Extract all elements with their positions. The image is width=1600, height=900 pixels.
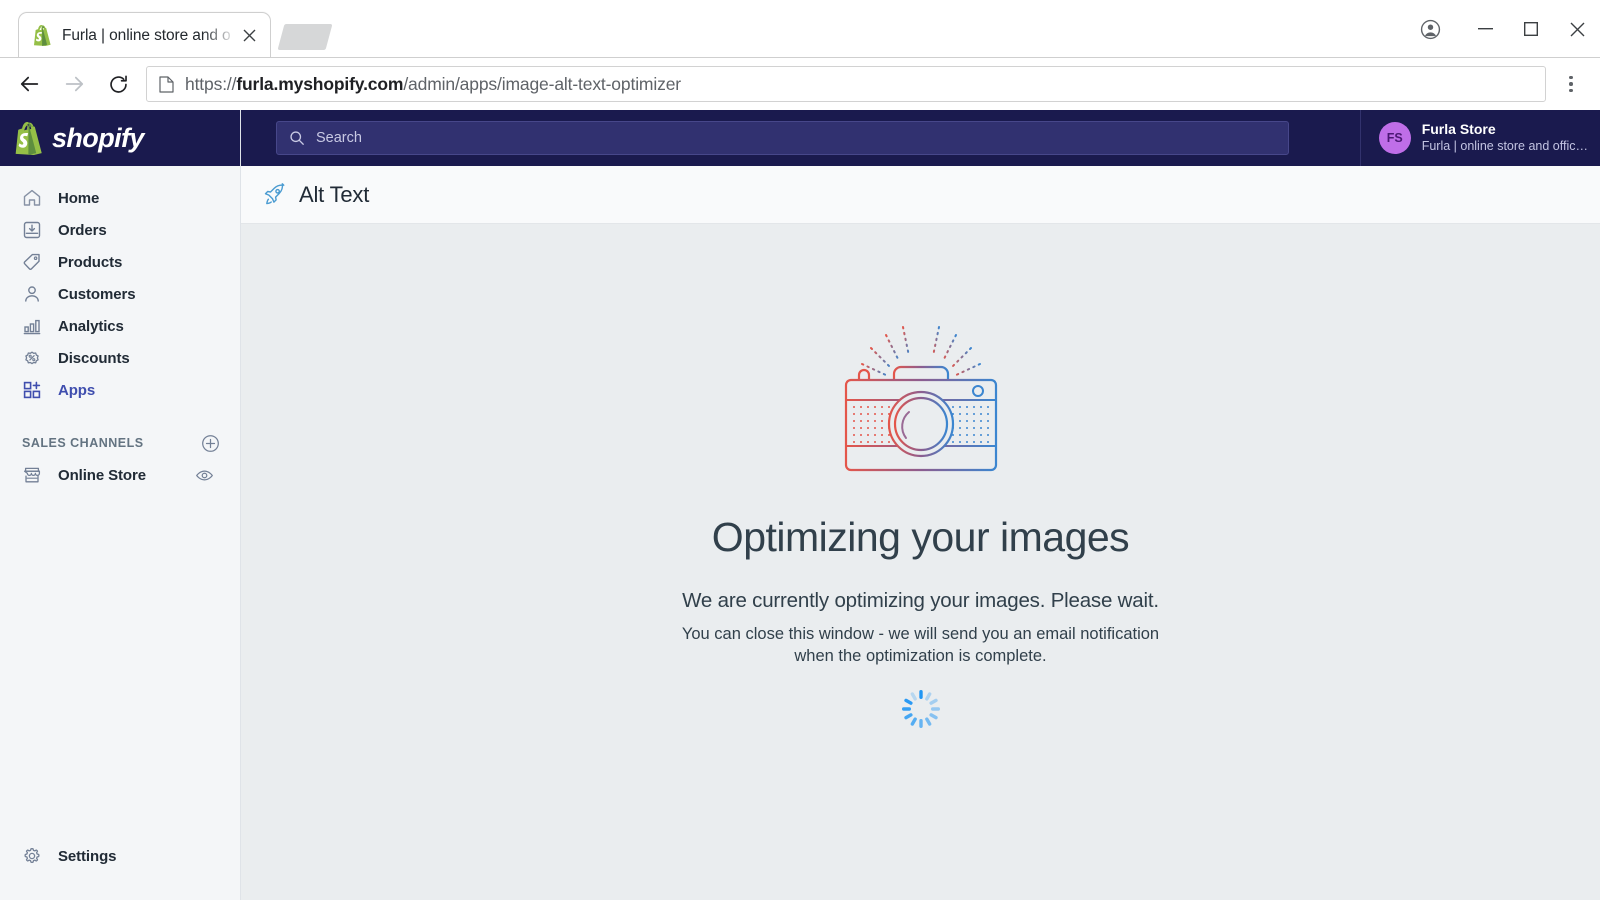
sidebar-item-online-store[interactable]: Online Store <box>8 458 232 492</box>
sidebar-item-label: Apps <box>58 381 96 399</box>
avatar: FS <box>1378 122 1411 154</box>
loading-spinner-icon <box>898 686 944 732</box>
sidebar-item-settings[interactable]: Settings <box>8 840 232 872</box>
window-controls <box>1398 0 1600 58</box>
plus-circle-icon[interactable] <box>200 433 220 453</box>
sidebar-item-apps[interactable]: Apps <box>8 374 232 406</box>
main-column: Search FS Furla Store Furla | online sto… <box>241 110 1600 900</box>
gear-icon <box>22 846 42 866</box>
discount-badge-icon <box>22 348 42 368</box>
app-header: Alt Text <box>241 166 1600 224</box>
page-document-icon <box>159 75 174 93</box>
address-bar[interactable]: https://furla.myshopify.com/admin/apps/i… <box>146 66 1546 102</box>
browser-tab[interactable]: Furla | online store and o <box>18 12 271 58</box>
store-name: Furla Store <box>1421 121 1496 138</box>
sidebar-item-orders[interactable]: Orders <box>8 214 232 246</box>
sales-channels-title: SALES CHANNELS <box>22 436 144 450</box>
rocket-icon <box>261 182 287 208</box>
orders-inbox-icon <box>22 220 42 240</box>
sidebar-item-label: Orders <box>58 221 107 239</box>
profile-icon[interactable] <box>1398 9 1462 49</box>
store-subtitle: Furla | online store and offic… <box>1421 138 1588 153</box>
home-icon <box>22 188 42 208</box>
apps-grid-plus-icon <box>22 380 42 400</box>
store-account-chip[interactable]: FS Furla Store Furla | online store and … <box>1359 110 1600 166</box>
shopify-admin: shopify Home Orders Products Customers A… <box>0 110 1600 900</box>
sidebar-item-label: Settings <box>58 847 117 865</box>
sidebar: shopify Home Orders Products Customers A… <box>0 110 241 900</box>
url-host: furla.myshopify.com <box>236 73 404 94</box>
close-window-icon[interactable] <box>1554 9 1600 49</box>
forward-arrow-icon <box>52 64 96 104</box>
shopify-logo[interactable]: shopify <box>0 110 240 166</box>
eye-icon[interactable] <box>194 465 214 485</box>
browser-tabstrip: Furla | online store and o <box>0 0 1600 58</box>
page-title: Alt Text <box>299 181 370 207</box>
sales-channels-section-header: SALES CHANNELS <box>0 428 240 458</box>
camera-with-flash-illustration <box>826 312 1016 482</box>
sidebar-item-analytics[interactable]: Analytics <box>8 310 232 342</box>
browser-tab-title: Furla | online store and o <box>62 26 231 44</box>
close-icon[interactable] <box>238 25 260 47</box>
search-input[interactable]: Search <box>276 121 1289 155</box>
search-icon <box>289 130 305 146</box>
admin-topbar: Search FS Furla Store Furla | online sto… <box>241 110 1600 166</box>
minimize-icon[interactable] <box>1462 9 1508 49</box>
new-tab-placeholder[interactable] <box>277 24 333 50</box>
sidebar-item-label: Analytics <box>58 317 124 335</box>
url-scheme: https:// <box>185 73 237 94</box>
bar-chart-icon <box>22 316 42 336</box>
back-arrow-icon[interactable] <box>8 64 52 104</box>
address-bar-url: https://furla.myshopify.com/admin/apps/i… <box>185 74 681 95</box>
sidebar-item-customers[interactable]: Customers <box>8 278 232 310</box>
search-placeholder: Search <box>316 130 362 146</box>
sidebar-item-label: Home <box>58 189 100 207</box>
three-dots-menu-icon[interactable] <box>1554 64 1588 104</box>
sidebar-item-products[interactable]: Products <box>8 246 232 278</box>
browser-toolbar: https://furla.myshopify.com/admin/apps/i… <box>0 58 1600 110</box>
sidebar-item-discounts[interactable]: Discounts <box>8 342 232 374</box>
app-content: Optimizing your images We are currently … <box>241 224 1600 900</box>
sidebar-item-label: Online Store <box>58 466 146 484</box>
person-icon <box>22 284 42 304</box>
shopify-wordmark: shopify <box>52 122 144 153</box>
url-path: /admin/apps/image-alt-text-optimizer <box>403 73 681 94</box>
sidebar-item-label: Customers <box>58 285 136 303</box>
tabstrip-divider <box>0 57 1600 58</box>
sidebar-nav: Home Orders Products Customers Analytics… <box>0 166 240 406</box>
sidebar-footer: Settings <box>0 840 240 900</box>
note-text: You can close this window - we will send… <box>681 625 1160 665</box>
sidebar-item-home[interactable]: Home <box>8 182 232 214</box>
sidebar-item-label: Products <box>58 253 123 271</box>
maximize-icon[interactable] <box>1508 9 1554 49</box>
sidebar-item-label: Discounts <box>58 349 130 367</box>
shopify-bag-icon <box>14 121 44 155</box>
headline: Optimizing your images <box>711 514 1130 560</box>
subtitle: We are currently optimizing your images.… <box>682 589 1159 612</box>
tag-icon <box>22 252 42 272</box>
browser-chrome: Furla | online store and o https://furla… <box>0 0 1600 111</box>
shopify-bag-icon <box>33 25 52 46</box>
storefront-icon <box>22 465 42 485</box>
reload-icon[interactable] <box>96 64 140 104</box>
